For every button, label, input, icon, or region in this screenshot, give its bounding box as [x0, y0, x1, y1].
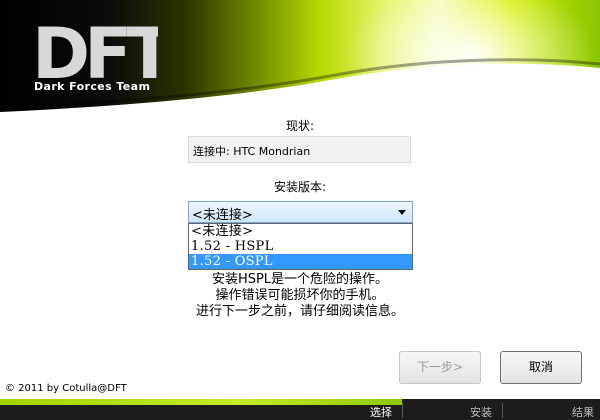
step-progress-bar: 选择 安装 结果: [0, 399, 600, 420]
version-dropdown-list: <未连接> 1.52 - HSPL 1.52 - OSPL: [188, 223, 413, 270]
dft-logo: DFT: [32, 20, 158, 84]
step-divider: [502, 403, 503, 418]
next-button[interactable]: 下一步>: [399, 351, 481, 384]
step-divider: [402, 403, 403, 418]
status-label: 现状:: [285, 119, 315, 133]
installer-window: DFT Dark Forces Team 现状: 连接中: HTC Mondri…: [0, 0, 600, 420]
version-option-highlighted[interactable]: 1.52 - OSPL: [189, 254, 412, 269]
version-dropdown[interactable]: <未连接>: [188, 201, 413, 223]
status-field: 连接中: HTC Mondrian: [188, 136, 411, 163]
header-banner: DFT Dark Forces Team: [0, 0, 600, 118]
cancel-button[interactable]: 取消: [500, 351, 582, 384]
warning-line: 进行下一步之前，请仔细阅读信息。: [195, 304, 404, 319]
step-install: 安装: [470, 406, 492, 419]
version-label: 安装版本:: [273, 180, 327, 194]
version-dropdown-value: <未连接>: [192, 208, 253, 223]
logo-lettering: DFT: [32, 20, 158, 84]
step-result: 结果: [572, 406, 594, 419]
brand-tagline: Dark Forces Team: [34, 80, 151, 93]
version-option[interactable]: 1.52 - HSPL: [189, 239, 412, 254]
copyright-text: © 2011 by Cotulla@DFT: [5, 383, 127, 394]
chevron-down-icon[interactable]: [396, 206, 408, 218]
step-select: 选择: [370, 406, 392, 419]
version-option[interactable]: <未连接>: [189, 224, 412, 239]
progress-fill: [0, 399, 402, 405]
